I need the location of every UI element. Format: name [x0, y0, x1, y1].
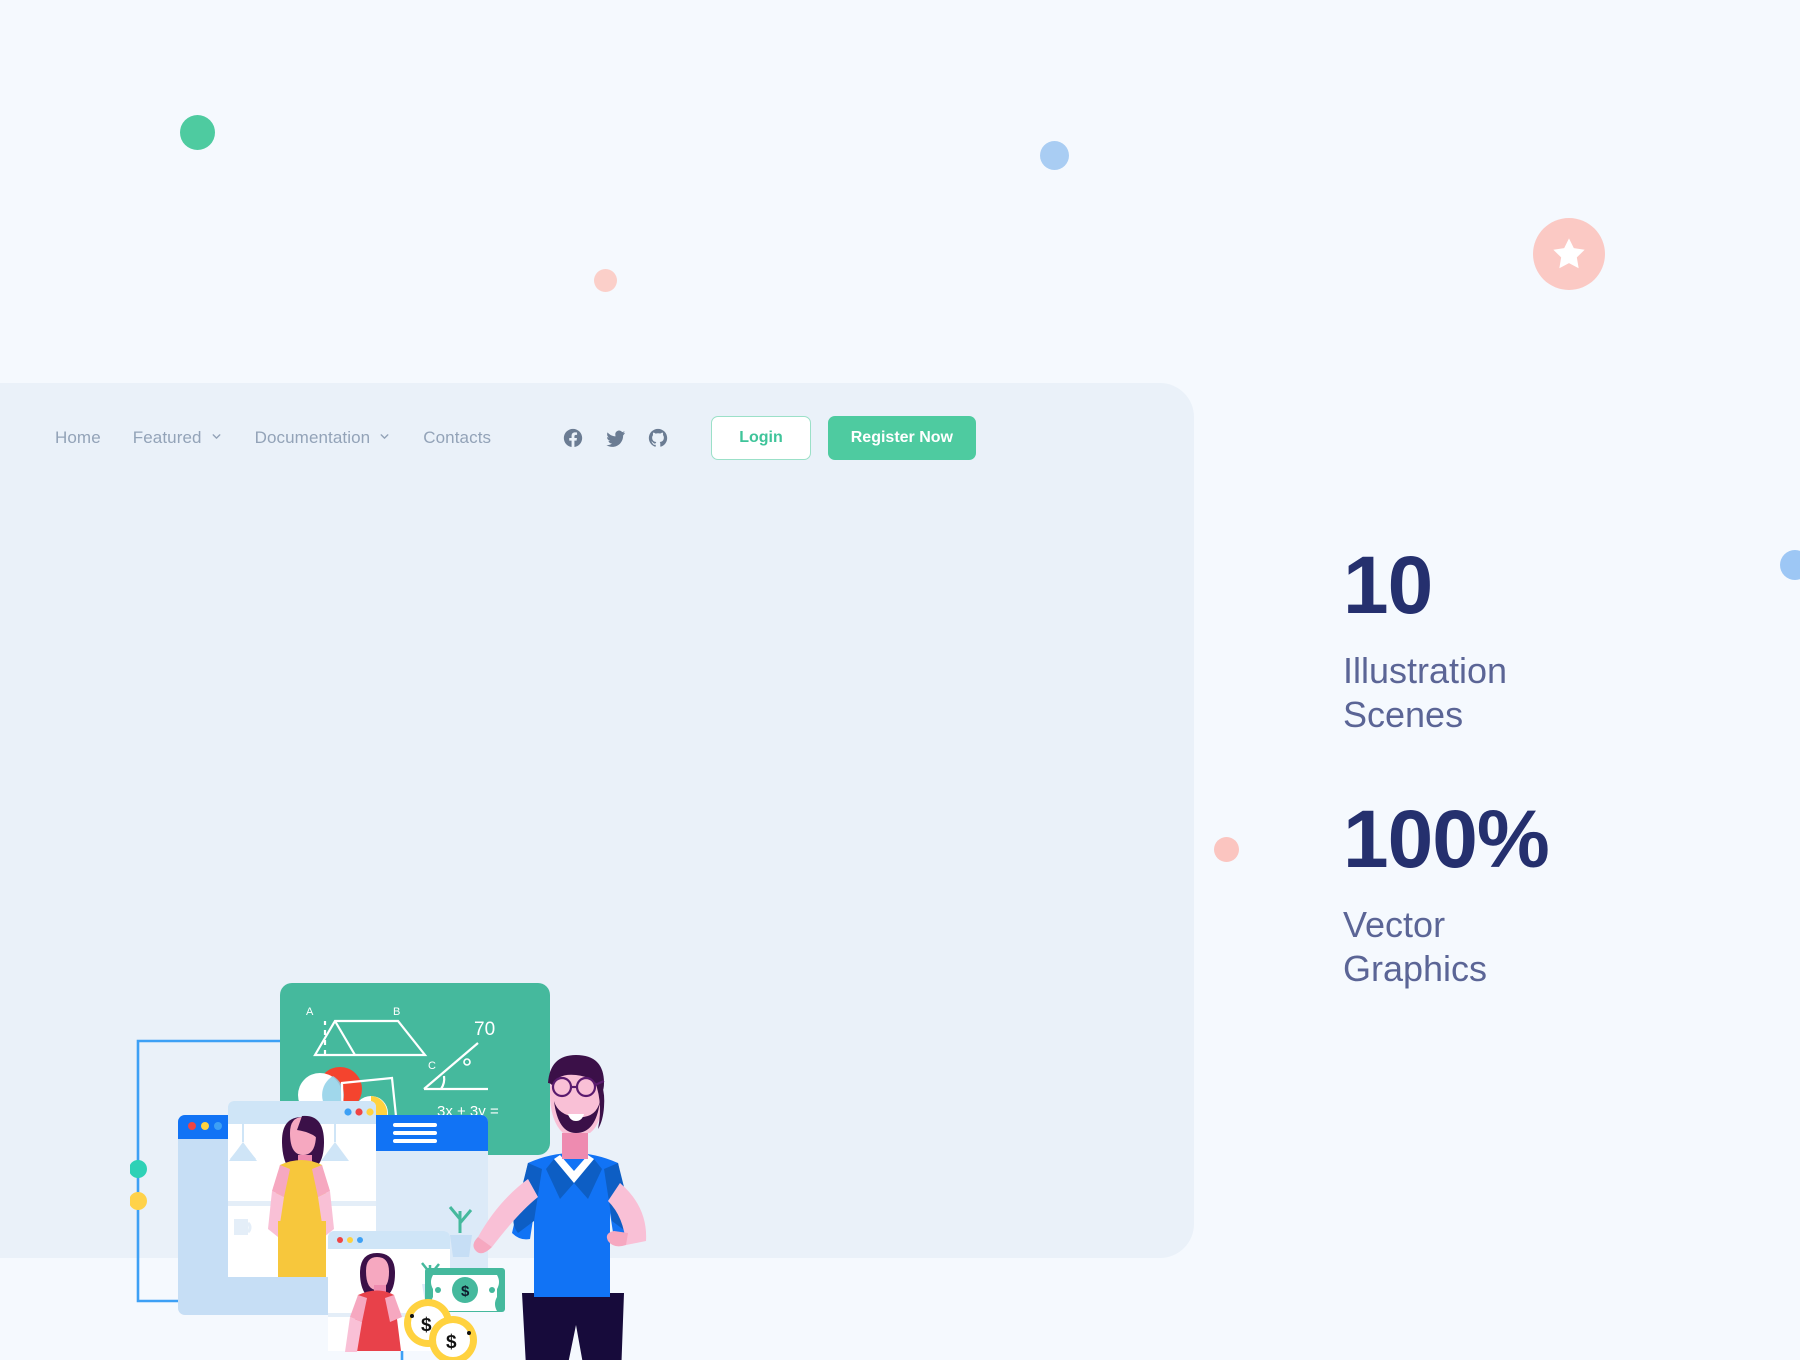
- nav-links: Home Featured Documentation Contacts: [55, 428, 491, 448]
- hero-title-line-2: …ning Online: [0, 693, 40, 771]
- decorative-dot-blue: [1040, 141, 1069, 170]
- navbar: Home Featured Documentation Contacts Log…: [0, 383, 1194, 493]
- nav-item-documentation-label: Documentation: [254, 428, 371, 447]
- decorative-dot-pink: [594, 269, 617, 292]
- facebook-icon[interactable]: [562, 427, 584, 449]
- hero-text-block: …able now …Money from …ning Online …r re…: [0, 543, 40, 1021]
- social-links: [562, 427, 669, 450]
- bill-dollar-symbol: $: [461, 1283, 470, 1300]
- stat-number-2: 100%: [1343, 793, 1550, 885]
- hero-card: Home Featured Documentation Contacts Log…: [0, 383, 1194, 1360]
- stats-panel: 10 Illustration Scenes 100% Vector Graph…: [1343, 545, 1550, 991]
- stat-label-2-line-2: Graphics: [1343, 947, 1488, 989]
- nav-actions: Login Register Now: [562, 416, 976, 460]
- yellow-node: [129, 1192, 147, 1210]
- stat-number: 10: [1343, 540, 1433, 631]
- teal-node: [129, 1160, 147, 1178]
- vertex-label-c: C: [428, 1060, 436, 1072]
- github-icon[interactable]: [647, 427, 669, 449]
- twitter-icon[interactable]: [604, 427, 627, 450]
- stat-label: Illustration Scenes: [1343, 649, 1549, 737]
- stat-label-2-line-1: Vector: [1343, 903, 1446, 945]
- nav-item-featured[interactable]: Featured: [133, 428, 223, 448]
- hero-subtitle: …r report and your progress …evice where…: [0, 801, 40, 915]
- nav-item-documentation[interactable]: Documentation: [255, 428, 392, 448]
- nav-item-featured-label: Featured: [132, 428, 202, 447]
- decorative-dot-green: [180, 115, 215, 150]
- page-root: Home Featured Documentation Contacts Log…: [0, 0, 1800, 1360]
- nav-item-contacts-label: Contacts: [423, 428, 492, 447]
- star-icon: [1553, 238, 1585, 269]
- angle-value-label: 70: [474, 1019, 495, 1040]
- online-teaching-illustration: A B C 70 3x + 3y = $ $ $: [129, 983, 647, 1360]
- hero-subtitle-line-2: …evice wherever and whenever: [0, 839, 40, 877]
- stat-label-line-1: Illustration: [1343, 650, 1508, 691]
- hero-subtitle-line-1: …r report and your progress: [0, 801, 40, 839]
- nav-item-home[interactable]: Home: [55, 428, 101, 448]
- chevron-down-icon: [378, 428, 391, 448]
- decorative-dot-pink-2: [1214, 837, 1239, 862]
- hero-illustration: A B C 70 3x + 3y = $ $ $: [129, 983, 810, 1360]
- nav-item-home-label: Home: [55, 428, 101, 447]
- stat-block-vector-graphics: 100% Vector Graphics: [1343, 793, 1550, 991]
- decorative-dot-blue-2: [1780, 550, 1800, 580]
- page-title: …Money from …ning Online: [0, 615, 40, 771]
- vertex-label-b: B: [393, 1006, 400, 1018]
- chevron-down-icon: [210, 428, 223, 448]
- star-badge: [1533, 218, 1605, 290]
- register-now-button[interactable]: Register Now: [827, 416, 976, 460]
- vertex-label-a: A: [306, 1006, 314, 1018]
- coin-dollar-symbol-2: $: [446, 1332, 457, 1353]
- hero-subtitle-line-3: … our apps on app store.: [0, 877, 40, 915]
- stat-label-2: Vector Graphics: [1343, 903, 1549, 991]
- stat-label-line-2: Scenes: [1343, 693, 1464, 735]
- login-button[interactable]: Login: [711, 416, 811, 460]
- nav-item-contacts[interactable]: Contacts: [423, 428, 491, 448]
- hero-title-line-1: …Money from: [0, 615, 40, 693]
- stat-block-illustration-scenes: 10 Illustration Scenes: [1343, 545, 1549, 737]
